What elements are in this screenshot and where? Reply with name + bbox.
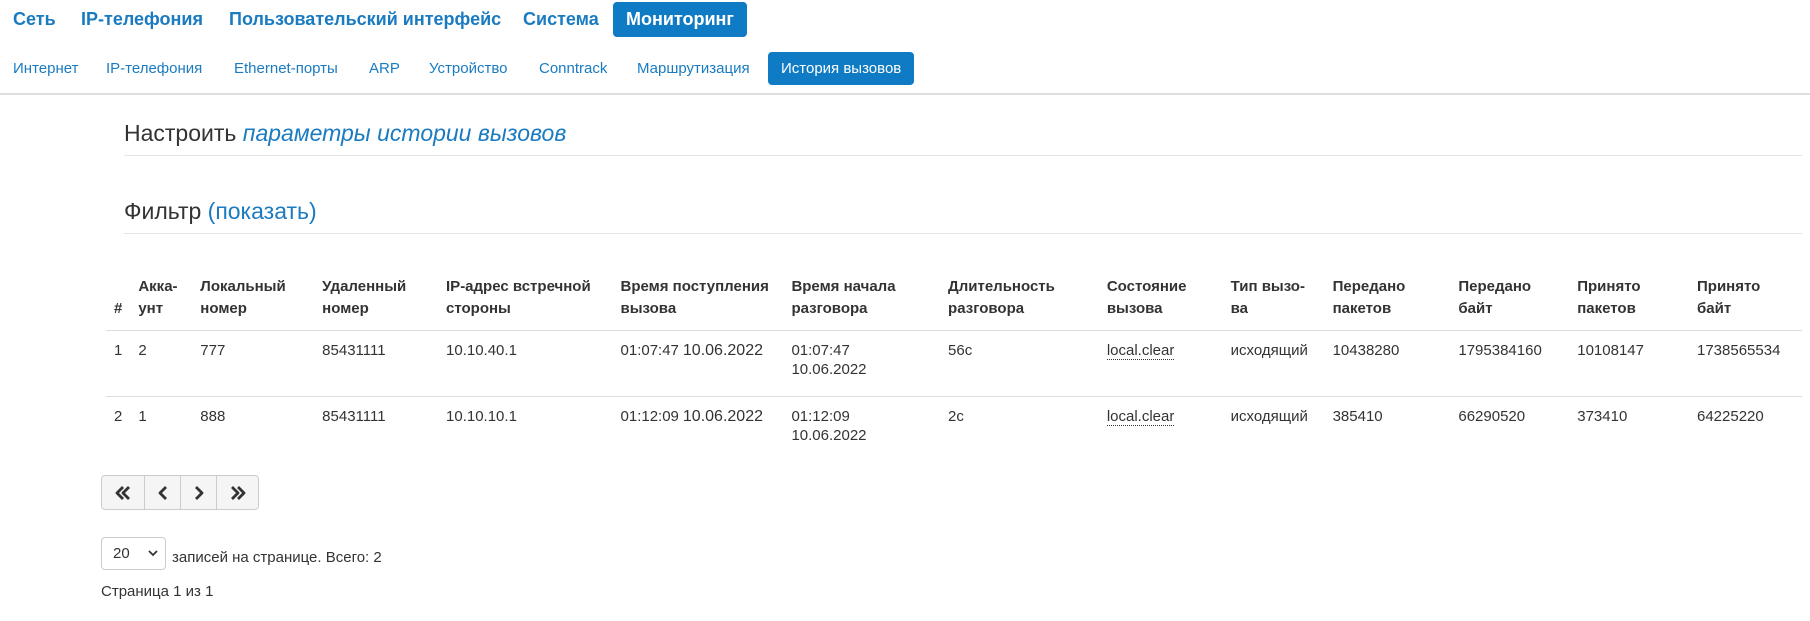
pagination	[101, 475, 259, 510]
cell-remote-number: 85431111	[322, 408, 386, 425]
subnav-ip-telephony[interactable]: IP-телефония	[93, 52, 215, 85]
page-info: Страница 1 из 1	[101, 583, 214, 600]
cell-call-state: local.clear	[1098, 330, 1223, 397]
cell-remote-number: 85431111	[314, 330, 439, 397]
cell-tx-packets: 10438280	[1324, 330, 1451, 397]
cell-duration: 2с	[948, 408, 964, 425]
col-header-account[interactable]: Акка-унт	[130, 268, 193, 331]
last-page-button[interactable]	[216, 475, 259, 510]
settings-prefix: Настроить	[124, 120, 237, 146]
cell-account: 2	[130, 330, 193, 397]
cell-rx-bytes: 64225220	[1697, 408, 1764, 425]
nav-monitoring[interactable]: Мониторинг	[613, 2, 747, 37]
col-header-remote-ip[interactable]: IP-адрес встречной стороны	[438, 268, 613, 331]
cell-remote-ip: 10.10.40.1	[438, 330, 613, 397]
subnav-device[interactable]: Устройство	[416, 52, 520, 85]
cell-tx-bytes: 1795384160	[1450, 330, 1570, 397]
first-page-icon	[115, 485, 130, 500]
per-page-control: 20 записей на странице. Всего: 2	[101, 537, 382, 570]
cell-tx-packets: 385410	[1332, 408, 1383, 425]
cell-call-type: исходящий	[1222, 330, 1325, 397]
cell-start-time: 01:07:47 10.06.2022	[783, 330, 941, 397]
per-page-summary: записей на странице. Всего: 2	[172, 548, 382, 566]
cell-remote-ip: 10.10.10.1	[446, 408, 517, 425]
next-page-button[interactable]	[180, 475, 217, 510]
cell-rx-bytes: 1738565534	[1689, 330, 1802, 397]
call-state-abbr[interactable]: local.clear	[1106, 408, 1175, 426]
filter-title: Фильтр	[124, 198, 202, 224]
nav-divider	[0, 93, 1810, 95]
settings-heading: Настроить параметры истории вызовов	[124, 120, 566, 147]
col-header-duration[interactable]: Длительность разговора	[940, 268, 1099, 331]
subnav-conntrack[interactable]: Conntrack	[526, 52, 620, 85]
col-header-number[interactable]: #	[106, 268, 131, 331]
col-header-remote-number[interactable]: Удаленный номер	[314, 268, 439, 331]
cell-call-type: исходящий	[1230, 408, 1308, 425]
col-header-start-time[interactable]: Время начала разговора	[783, 268, 941, 331]
subnav-arp[interactable]: ARP	[356, 52, 413, 85]
subnav-internet[interactable]: Интернет	[0, 52, 91, 85]
subnav-routing[interactable]: Маршрутизация	[624, 52, 763, 85]
table-row: 1 2 777 85431111 10.10.40.1 01:07:47 10.0…	[106, 330, 1802, 397]
filter-toggle-link[interactable]: (показать)	[208, 198, 317, 224]
first-page-button[interactable]	[101, 475, 145, 510]
subnav-ethernet-ports[interactable]: Ethernet-порты	[221, 52, 351, 85]
nav-system[interactable]: Система	[510, 2, 612, 37]
per-page-select[interactable]: 20	[101, 537, 166, 570]
prev-page-button[interactable]	[144, 475, 181, 510]
call-history-table: # Акка-унт Локальный номер Удаленный номер…	[106, 268, 1802, 462]
subnav-call-history[interactable]: История вызовов	[768, 52, 915, 85]
cell-number: 2	[114, 408, 123, 425]
cell-account: 1	[138, 408, 147, 425]
col-header-arrival-time[interactable]: Время поступления вызова	[612, 268, 784, 331]
prev-page-icon	[158, 485, 167, 500]
cell-start-time: 01:12:09 10.06.2022	[791, 408, 867, 444]
call-history-settings-link[interactable]: параметры истории вызовов	[243, 120, 567, 146]
col-header-local-number[interactable]: Локальный номер	[192, 268, 315, 331]
table-row: 2 1 888 85431111 10.10.10.1 01:12:09 10.0…	[106, 397, 1802, 463]
col-header-call-type[interactable]: Тип вызо-ва	[1222, 268, 1325, 331]
call-state-abbr[interactable]: local.clear	[1106, 342, 1175, 360]
col-header-rx-packets[interactable]: Принято пакетов	[1569, 268, 1689, 331]
col-header-rx-bytes[interactable]: Принято байт	[1689, 268, 1802, 331]
cell-rx-packets: 10108147	[1569, 330, 1689, 397]
cell-local-number: 777	[192, 330, 315, 397]
cell-local-number: 888	[200, 408, 226, 425]
settings-divider	[124, 155, 1802, 156]
cell-rx-packets: 373410	[1577, 408, 1628, 425]
table-header-row: # Акка-унт Локальный номер Удаленный номер…	[106, 268, 1802, 331]
last-page-icon	[230, 485, 245, 500]
next-page-icon	[194, 485, 203, 500]
filter-divider	[124, 233, 1802, 234]
cell-call-state: local.clear	[1099, 397, 1223, 463]
sub-nav: Интернет IP-телефония Ethernet-порты ARP…	[0, 52, 1810, 85]
nav-ip-telephony[interactable]: IP-телефония	[68, 2, 216, 37]
cell-arrival-time: 01:12:09 10.06.2022	[620, 408, 763, 425]
nav-network[interactable]: Сеть	[0, 2, 69, 37]
col-header-tx-packets[interactable]: Передано пакетов	[1324, 268, 1451, 331]
filter-heading: Фильтр (показать)	[124, 198, 317, 225]
col-header-tx-bytes[interactable]: Передано байт	[1450, 268, 1570, 331]
cell-arrival-time: 01:07:47 10.06.2022	[612, 330, 784, 397]
cell-duration: 56с	[940, 330, 1099, 397]
cell-tx-bytes: 66290520	[1458, 408, 1526, 425]
cell-number: 1	[106, 330, 131, 397]
main-nav: Сеть IP-телефония Пользовательский интер…	[0, 0, 1810, 40]
chevron-down-icon	[148, 550, 158, 557]
col-header-call-state[interactable]: Состояние вызова	[1098, 268, 1223, 331]
nav-user-interface[interactable]: Пользовательский интерфейс	[216, 2, 514, 37]
